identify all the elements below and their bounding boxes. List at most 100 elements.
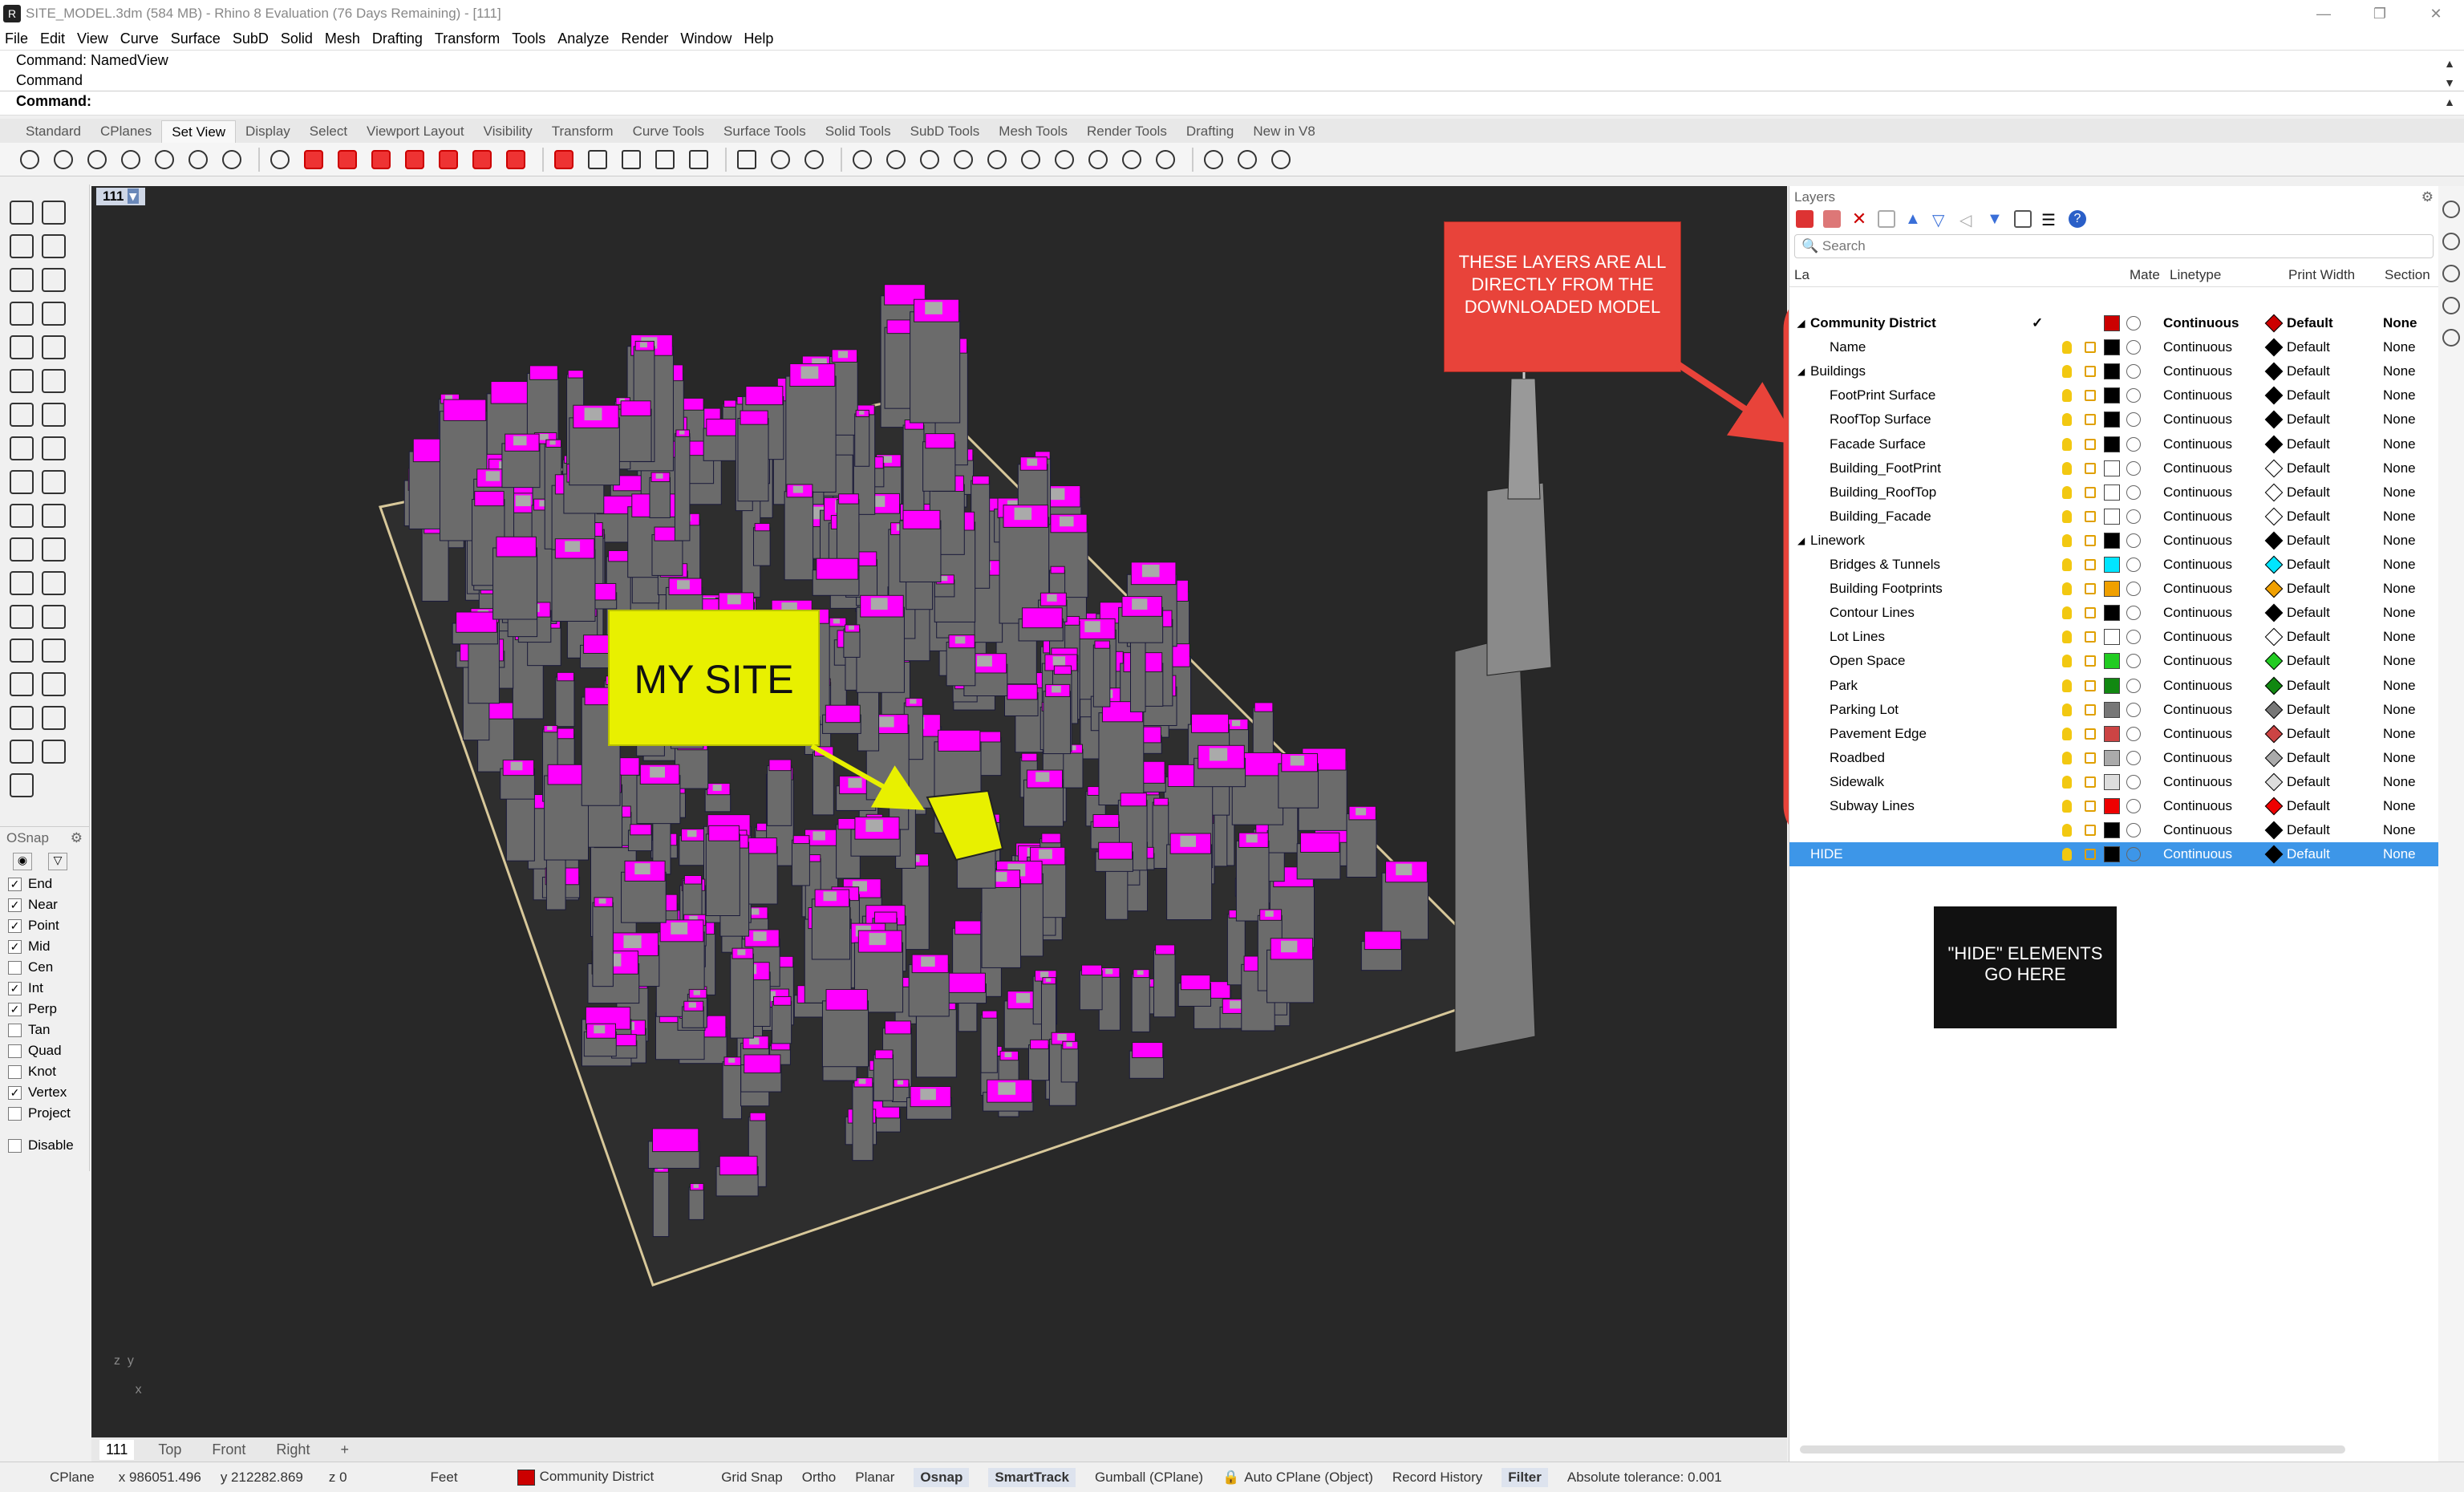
lock-icon[interactable] [2085, 510, 2096, 522]
layer-printwidth[interactable]: Default [2287, 750, 2330, 766]
grid-f-icon[interactable] [1084, 146, 1112, 173]
lock-icon[interactable] [2085, 342, 2096, 354]
layer-name[interactable]: Roadbed [1830, 750, 1885, 766]
zoom-target-icon[interactable] [266, 146, 294, 173]
layer-color-swatch[interactable] [2104, 387, 2120, 404]
bulb-icon[interactable] [2062, 461, 2072, 475]
tool-2-0-icon[interactable] [10, 268, 34, 292]
grid-e-icon[interactable] [1051, 146, 1078, 173]
layer-name[interactable]: Facade Surface [1830, 436, 1926, 452]
layer-section[interactable]: None [2383, 363, 2416, 379]
lock-icon[interactable] [2085, 752, 2096, 764]
tool-11-1-icon[interactable] [42, 571, 66, 595]
menu-tools[interactable]: Tools [512, 30, 545, 47]
material-icon[interactable] [2126, 509, 2141, 524]
layer-name[interactable]: Building_FootPrint [1830, 460, 1941, 476]
planar-toggle[interactable]: Planar [855, 1470, 894, 1486]
bulb-icon[interactable] [2062, 558, 2072, 571]
cplane-view-icon[interactable] [767, 146, 794, 173]
undo-view-icon[interactable] [218, 146, 245, 173]
tool-6-1-icon[interactable] [42, 403, 66, 427]
properties-icon[interactable] [2442, 201, 2460, 218]
tab-transform[interactable]: Transform [542, 120, 623, 143]
layer-printwidth[interactable]: Default [2287, 460, 2330, 476]
print-color-icon[interactable] [2264, 676, 2284, 695]
bulb-icon[interactable] [2062, 533, 2072, 547]
expand-icon[interactable]: ◢ [1797, 366, 1805, 377]
tool-14-0-icon[interactable] [10, 672, 34, 696]
layer-linetype[interactable]: Continuous [2163, 339, 2232, 355]
layer-name[interactable]: Sidewalk [1830, 774, 1884, 790]
grid-b-icon[interactable] [950, 146, 977, 173]
layer-printwidth[interactable]: Default [2287, 533, 2330, 549]
layer-name[interactable]: Name [1830, 339, 1866, 355]
layer-name[interactable]: Lot Lines [1830, 629, 1885, 645]
tab-display[interactable]: Display [236, 120, 300, 143]
print-color-icon[interactable] [2264, 652, 2284, 671]
layer-linetype[interactable]: Continuous [2163, 581, 2232, 597]
layer-color-swatch[interactable] [2104, 822, 2120, 839]
layer-name[interactable]: Building_RoofTop [1830, 484, 1936, 501]
osnap-checkbox[interactable] [8, 1023, 22, 1037]
grid-a-icon[interactable] [916, 146, 943, 173]
viewtab-add[interactable]: + [334, 1440, 355, 1460]
print-color-icon[interactable] [2264, 845, 2284, 864]
layer-row[interactable]: Name Continuous Default None [1789, 335, 2439, 359]
material-icon[interactable] [2126, 340, 2141, 355]
material-icon[interactable] [2126, 436, 2141, 452]
layer-section[interactable]: None [2383, 822, 2416, 838]
car-view-2-icon[interactable] [367, 146, 395, 173]
tab-new-in-v8[interactable]: New in V8 [1243, 120, 1324, 143]
osnap-checkbox[interactable]: ✓ [8, 898, 22, 912]
layer-printwidth[interactable]: Default [2287, 726, 2330, 742]
layer-printwidth[interactable]: Default [2287, 653, 2330, 669]
osnap-checkbox[interactable] [8, 1064, 22, 1079]
bulb-icon[interactable] [2062, 389, 2072, 403]
material-icon[interactable] [2126, 412, 2141, 428]
zoom-selected-icon[interactable] [184, 146, 212, 173]
layer-name[interactable]: RoofTop Surface [1830, 412, 1931, 428]
layer-linetype[interactable]: Continuous [2163, 605, 2232, 621]
material-icon[interactable] [2126, 606, 2141, 621]
layers-horizontal-scrollbar[interactable] [1800, 1445, 2345, 1453]
zoom-dynamic-icon[interactable] [83, 146, 111, 173]
menu-edit[interactable]: Edit [40, 30, 65, 47]
layer-color-swatch[interactable] [2104, 484, 2120, 501]
layer-name[interactable]: Subway Lines [1830, 798, 1915, 814]
layer-section[interactable]: None [2383, 533, 2416, 549]
print-color-icon[interactable] [2264, 435, 2284, 453]
viewport-properties-icon[interactable] [584, 146, 611, 173]
expand-icon[interactable]: ◢ [1797, 535, 1805, 546]
layer-name[interactable]: Open Space [1830, 653, 1906, 669]
col-printwidth-header[interactable]: Print Width [2288, 267, 2355, 283]
layer-row[interactable]: Building_RoofTop Continuous Default None [1789, 480, 2439, 505]
print-color-icon[interactable] [2264, 531, 2284, 550]
filter-icon[interactable]: ▽ [48, 853, 67, 870]
layer-name[interactable]: HIDE [1810, 846, 1843, 862]
car-view-7-icon[interactable] [550, 146, 578, 173]
osnap-near[interactable]: ✓ Near [0, 894, 89, 915]
tab-select[interactable]: Select [300, 120, 357, 143]
layer-printwidth[interactable]: Default [2287, 387, 2330, 403]
layer-color-swatch[interactable] [2104, 363, 2120, 380]
monitor-icon[interactable] [2442, 265, 2460, 282]
print-color-icon[interactable] [2264, 386, 2284, 405]
close-button[interactable]: ✕ [2408, 0, 2464, 27]
menu-solid[interactable]: Solid [281, 30, 313, 47]
camera-icon[interactable] [2442, 329, 2460, 347]
print-color-icon[interactable] [2264, 724, 2284, 744]
osnap-disable[interactable]: Disable [0, 1135, 89, 1156]
orient-icon[interactable] [882, 146, 910, 173]
layer-color-swatch[interactable] [2104, 749, 2120, 766]
layer-name[interactable]: Building Footprints [1830, 581, 1943, 597]
layer-row[interactable]: HIDE Continuous Default None [1789, 842, 2439, 867]
layer-name[interactable]: Community District [1810, 315, 1936, 331]
layer-row[interactable]: Pavement Edge Continuous Default None [1789, 722, 2439, 746]
grid-g-icon[interactable] [1118, 146, 1145, 173]
layer-section[interactable]: None [2383, 750, 2416, 766]
grid-c-icon[interactable] [983, 146, 1011, 173]
layer-row[interactable]: ◢ Linework Continuous Default None [1789, 529, 2439, 553]
bulb-icon[interactable] [2062, 655, 2072, 668]
print-color-icon[interactable] [2264, 772, 2284, 792]
menu-view[interactable]: View [77, 30, 108, 47]
